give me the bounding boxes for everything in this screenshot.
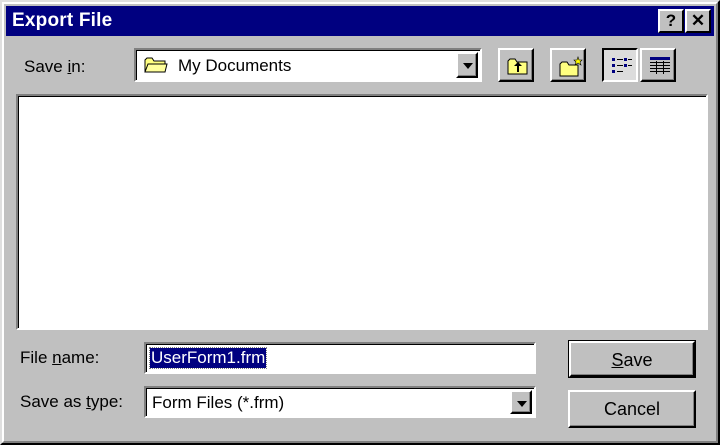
title-bar[interactable]: Export File ? ✕: [6, 6, 714, 36]
close-button[interactable]: ✕: [685, 9, 711, 33]
create-new-folder-button[interactable]: [550, 48, 586, 82]
save-as-type-dropdown[interactable]: Form Files (*.frm): [144, 386, 536, 418]
file-list[interactable]: [16, 94, 708, 330]
details-view-button[interactable]: [640, 48, 676, 82]
help-icon: ?: [665, 11, 677, 30]
list-view-button[interactable]: [602, 48, 638, 82]
save-in-value: My Documents: [178, 56, 292, 75]
save-in-dropdown[interactable]: My Documents: [134, 48, 482, 82]
save-as-type-value: Form Files (*.frm): [152, 393, 285, 412]
chevron-down-icon: [517, 401, 527, 407]
list-view-icon: [612, 58, 632, 73]
new-folder-icon: [559, 56, 583, 77]
details-view-icon: [650, 57, 670, 74]
file-name-value: UserForm1.frm: [148, 347, 268, 369]
save-as-type-dropdown-arrow[interactable]: [510, 390, 532, 414]
chevron-down-icon: [463, 63, 473, 69]
cancel-button-label: Cancel: [603, 399, 661, 419]
file-name-input[interactable]: UserForm1.frm: [144, 342, 536, 374]
save-as-type-label: Save as type:: [20, 392, 124, 411]
close-icon: ✕: [690, 11, 706, 30]
folder-icon: [144, 56, 168, 79]
file-name-label: File name:: [20, 348, 100, 367]
window-title: Export File: [12, 10, 113, 31]
save-in-label: Save in:: [24, 57, 86, 76]
help-button[interactable]: ?: [658, 9, 684, 33]
save-button-label: Save: [611, 350, 653, 370]
save-in-dropdown-arrow[interactable]: [456, 52, 478, 78]
save-button[interactable]: Save: [568, 340, 696, 378]
up-one-level-button[interactable]: [498, 48, 534, 82]
folder-up-icon: [507, 58, 528, 75]
cancel-button[interactable]: Cancel: [568, 390, 696, 428]
export-file-dialog: Export File ? ✕ Save in: My Documents Fi…: [0, 0, 720, 445]
